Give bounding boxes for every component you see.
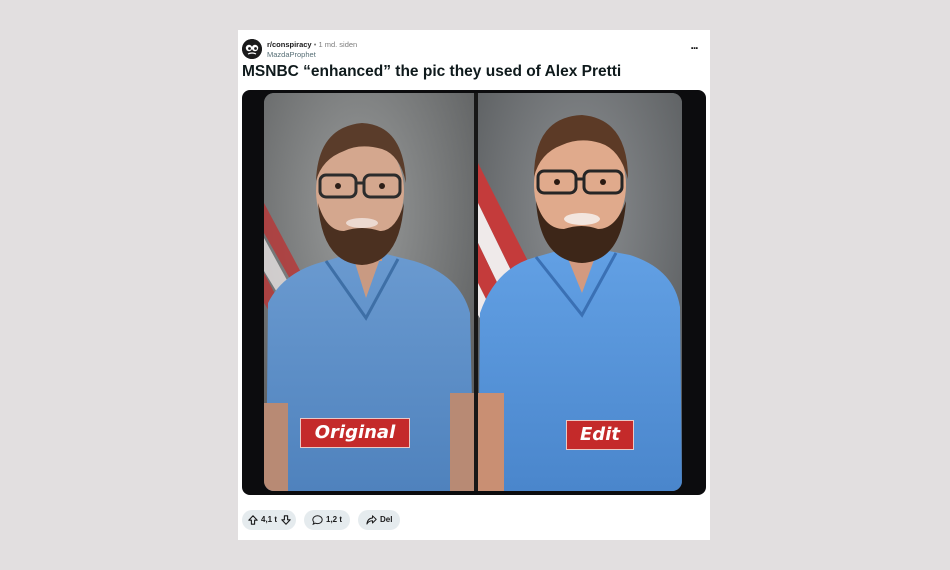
- post-media[interactable]: Original Edit: [242, 90, 706, 495]
- downvote-icon[interactable]: [281, 515, 291, 525]
- post-time: 1 md. siden: [318, 40, 358, 49]
- meta-separator: •: [313, 40, 317, 49]
- post-meta: r/conspiracy • 1 md. siden MazdaProphet: [267, 40, 357, 60]
- vote-pill: 4,1 t: [242, 510, 296, 530]
- vote-count: 4,1 t: [261, 515, 278, 524]
- comment-icon: [312, 515, 323, 525]
- edit-label: Edit: [566, 420, 634, 450]
- upvote-icon[interactable]: [248, 515, 258, 525]
- post-header: r/conspiracy • 1 md. siden MazdaProphet …: [242, 39, 706, 61]
- post-title[interactable]: MSNBC “enhanced” the pic they used of Al…: [242, 63, 702, 81]
- post-card: r/conspiracy • 1 md. siden MazdaProphet …: [238, 30, 710, 540]
- more-options-button[interactable]: ...: [686, 39, 702, 55]
- subreddit-avatar[interactable]: [242, 39, 262, 59]
- original-label: Original: [300, 418, 410, 448]
- comment-count: 1,2 t: [326, 515, 343, 524]
- subreddit-link[interactable]: r/conspiracy: [267, 40, 312, 49]
- share-button[interactable]: Del: [358, 510, 400, 530]
- comments-button[interactable]: 1,2 t: [304, 510, 350, 530]
- share-icon: [366, 515, 377, 525]
- author-link[interactable]: MazdaProphet: [267, 50, 357, 60]
- share-label: Del: [380, 515, 393, 524]
